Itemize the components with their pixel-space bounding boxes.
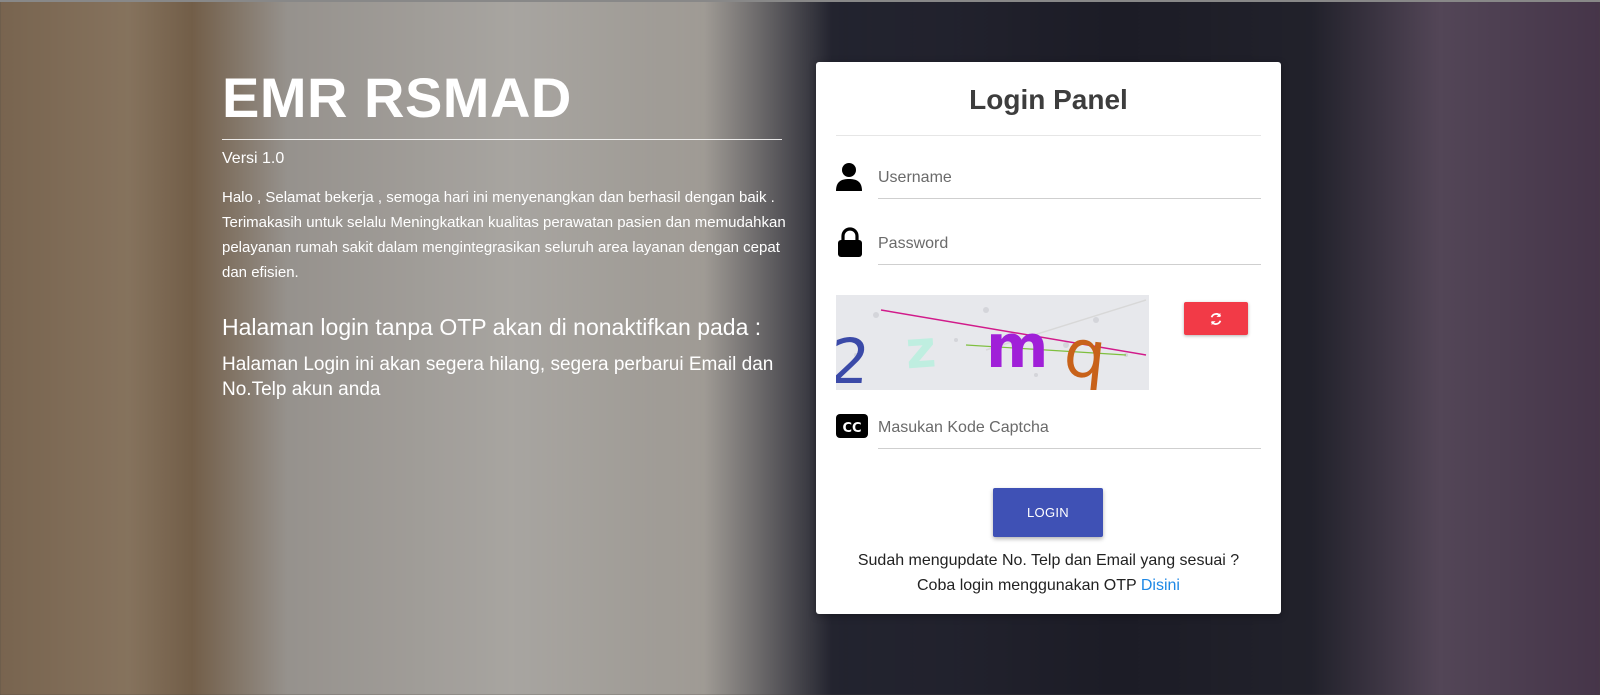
- svg-text:m: m: [986, 312, 1049, 382]
- greeting-text: Halo , Selamat bekerja , semoga hari ini…: [222, 189, 786, 281]
- otp-deprecation-title: Halaman login tanpa OTP akan di nonaktif…: [222, 314, 762, 340]
- login-panel-title: Login Panel: [969, 84, 1128, 115]
- captcha-image: 2 z m q: [836, 295, 1149, 390]
- captcha-refresh-button[interactable]: [1184, 302, 1248, 335]
- app-title: EMR RSMAD: [222, 66, 572, 129]
- captcha-input[interactable]: [878, 413, 1261, 443]
- password-underline: [878, 264, 1261, 265]
- captcha-underline: [878, 448, 1261, 449]
- login-panel: Login Panel 2 z m: [816, 62, 1281, 614]
- otp-info-text: Coba login menggunakan OTP: [917, 577, 1137, 594]
- intro-panel: EMR RSMAD Versi 1.0 Halo , Selamat beker…: [222, 66, 792, 402]
- closed-caption-icon: CC: [836, 414, 868, 438]
- username-field: [836, 159, 1261, 199]
- password-field: [836, 225, 1261, 265]
- otp-login-link[interactable]: Disini: [1141, 577, 1180, 594]
- svg-text:CC: CC: [842, 421, 861, 436]
- otp-info-line1: Sudah mengupdate No. Telp dan Email yang…: [857, 552, 1240, 569]
- password-input[interactable]: [878, 229, 1261, 259]
- captcha-field: CC: [836, 409, 1261, 449]
- svg-text:q: q: [1060, 314, 1110, 390]
- captcha-graphic: 2 z m q: [836, 295, 1149, 390]
- otp-deprecation-note: Halaman Login ini akan segera hilang, se…: [222, 354, 774, 400]
- login-button[interactable]: LOGIN: [993, 488, 1103, 537]
- refresh-icon: [1210, 312, 1222, 325]
- title-divider: [222, 139, 782, 140]
- username-underline: [878, 198, 1261, 199]
- version-label: Versi 1.0: [222, 150, 285, 167]
- top-border: [0, 0, 1600, 2]
- otp-login-info: Sudah mengupdate No. Telp dan Email yang…: [816, 548, 1281, 598]
- login-panel-divider: [836, 135, 1261, 136]
- lock-icon: [838, 227, 862, 257]
- person-icon: [836, 163, 862, 191]
- svg-text:z: z: [904, 319, 938, 381]
- username-input[interactable]: [878, 163, 1261, 193]
- otp-info-line2: Coba login menggunakan OTP Disini: [816, 573, 1281, 598]
- svg-text:2: 2: [836, 325, 873, 390]
